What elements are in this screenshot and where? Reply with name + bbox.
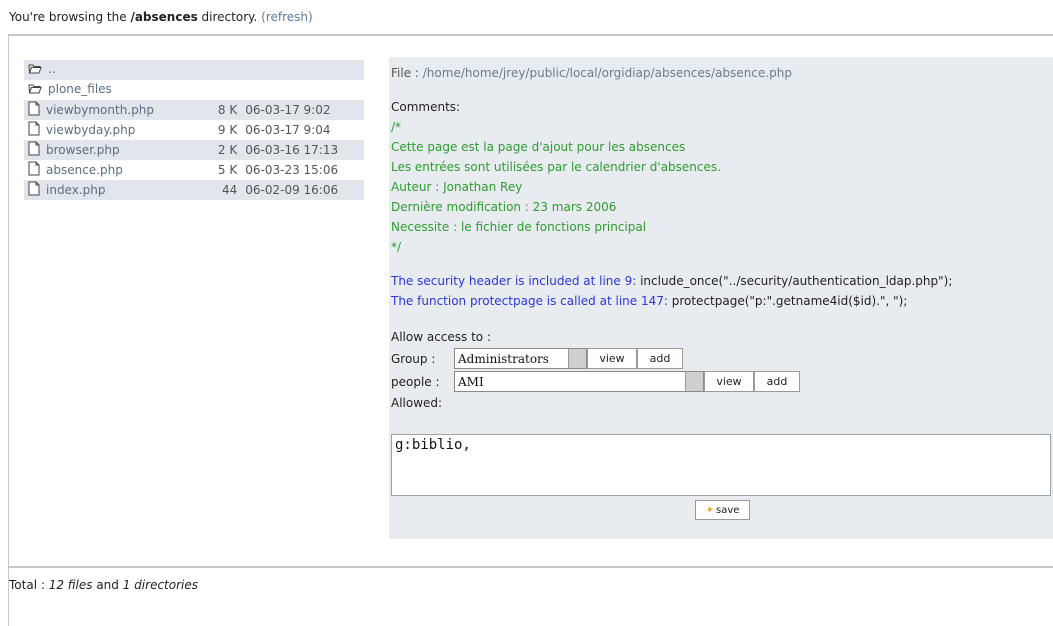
people-add-button[interactable]: add — [754, 371, 800, 392]
top-divider — [8, 34, 1053, 36]
group-select[interactable]: Administrators — [454, 348, 587, 369]
comment-line: /* — [391, 120, 402, 134]
file-name-cell[interactable]: .. — [24, 60, 200, 80]
file-date: 06-03-16 17:13 — [241, 140, 364, 160]
bottom-divider — [8, 566, 1053, 568]
file-name-link[interactable]: browser.php — [46, 143, 120, 157]
file-icon — [28, 181, 40, 199]
file-name-link[interactable]: index.php — [46, 183, 105, 197]
file-icon — [28, 161, 40, 179]
location-suffix: directory. — [197, 10, 262, 24]
file-name-cell[interactable]: browser.php — [24, 140, 200, 160]
group-view-button[interactable]: view — [587, 348, 637, 369]
file-name-link[interactable]: viewbyday.php — [46, 123, 135, 137]
file-date: 06-03-17 9:04 — [245, 123, 331, 137]
file-row[interactable]: viewbyday.php 9 K 06-03-17 9:04 — [24, 120, 364, 140]
file-name-link[interactable]: .. — [48, 62, 56, 76]
allow-label: Allow access to : — [391, 330, 492, 344]
file-name-link[interactable]: plone_files — [48, 82, 112, 96]
security-text: The security header is included at line … — [391, 274, 637, 288]
file-row[interactable]: absence.php 5 K 06-03-23 15:06 — [24, 160, 364, 180]
file-size: 44 — [199, 180, 242, 200]
group-select-arrow[interactable] — [568, 349, 586, 368]
people-row: people : AMI view add — [391, 370, 1053, 393]
file-name-link[interactable]: absence.php — [46, 163, 123, 177]
comments-label: Comments: — [391, 100, 461, 114]
file-date: 06-03-23 15:06 — [245, 163, 339, 177]
file-date — [241, 60, 364, 80]
group-row: Group : Administrators view add — [391, 347, 1053, 370]
protect-line: The function protectpage is called at li… — [391, 291, 1053, 311]
folder-row[interactable]: plone_files — [24, 80, 364, 100]
comment-line: Necessite : le fichier de fonctions prin… — [391, 220, 647, 234]
file-icon — [28, 141, 40, 159]
people-select[interactable]: AMI — [454, 371, 704, 392]
totals-prefix: Total : — [9, 578, 49, 592]
location-bar: You're browsing the /absences directory.… — [0, 0, 1053, 34]
protect-text: The function protectpage is called at li… — [391, 294, 668, 308]
files-count: 12 files — [48, 578, 93, 592]
file-size: 9 K — [217, 123, 238, 137]
file-row[interactable]: index.php 44 06-02-09 16:06 — [24, 180, 364, 200]
file-size: 8 K — [199, 100, 242, 120]
file-date — [241, 80, 364, 100]
comment-line: Auteur : Jonathan Rey — [391, 180, 523, 194]
file-name-link[interactable]: viewbymonth.php — [46, 103, 154, 117]
file-size — [199, 60, 242, 80]
file-name-cell[interactable]: plone_files — [24, 80, 199, 100]
file-name-cell[interactable]: viewbyday.php — [24, 120, 199, 140]
comment-line: Les entrées sont utilisées par le calend… — [391, 160, 721, 174]
file-label: File : — [391, 66, 423, 80]
file-size: 2 K — [199, 140, 242, 160]
people-select-arrow[interactable] — [685, 372, 703, 391]
file-row[interactable]: browser.php 2 K 06-03-16 17:13 — [24, 140, 364, 160]
comment-line: Cette page est la page d'ajout pour les … — [391, 140, 686, 154]
group-label: Group : — [391, 351, 436, 366]
star-icon: ✦ — [705, 504, 714, 516]
file-path-line: File : /home/home/jrey/public/local/orgi… — [391, 63, 1053, 83]
comment-line: */ — [391, 240, 402, 254]
location-prefix: You're browsing the — [9, 10, 131, 24]
allowed-textarea[interactable]: g:biblio, — [391, 434, 1051, 496]
save-button[interactable]: ✦ save — [695, 500, 750, 520]
people-label: people : — [391, 374, 440, 389]
protect-code: protectpage("p:".getname4id($id).", "); — [667, 294, 908, 308]
file-icon — [28, 101, 40, 119]
folder-open-icon — [28, 63, 42, 78]
left-border — [8, 34, 9, 626]
security-line: The security header is included at line … — [391, 271, 1053, 291]
group-add-button[interactable]: add — [637, 348, 683, 369]
current-directory: /absences — [130, 10, 198, 24]
refresh-link[interactable]: (refresh) — [261, 10, 313, 24]
allowed-label: Allowed: — [391, 396, 443, 410]
comment-line: Dernière modification : 23 mars 2006 — [391, 200, 617, 214]
security-code: include_once("../security/authentication… — [636, 274, 953, 288]
people-select-value: AMI — [458, 374, 484, 389]
folder-open-icon — [28, 83, 42, 98]
group-select-value: Administrators — [458, 351, 549, 366]
dirs-count: 1 directories — [122, 578, 198, 592]
comment-block: /* Cette page est la page d'ajout pour le… — [391, 117, 1053, 257]
file-name-cell[interactable]: absence.php — [24, 160, 199, 180]
file-name-cell[interactable]: index.php — [24, 180, 200, 200]
file-date: 06-02-09 16:06 — [241, 180, 364, 200]
file-size — [199, 80, 241, 100]
people-view-button[interactable]: view — [704, 371, 754, 392]
file-path: /home/home/jrey/public/local/orgidiap/ab… — [422, 66, 792, 80]
file-name-cell[interactable]: viewbymonth.php — [24, 100, 200, 120]
file-size: 5 K — [217, 163, 238, 177]
file-list: .. plone_files viewbymonth.php 8 K 06-03-17 … — [24, 60, 364, 200]
file-icon — [28, 121, 40, 139]
folder-row[interactable]: .. — [24, 60, 364, 80]
file-row[interactable]: viewbymonth.php 8 K 06-03-17 9:02 — [24, 100, 364, 120]
totals-middle: and — [92, 578, 123, 592]
file-date: 06-03-17 9:02 — [241, 100, 364, 120]
totals-footer: Total : 12 files and 1 directories — [9, 578, 198, 592]
save-label: save — [715, 504, 740, 516]
